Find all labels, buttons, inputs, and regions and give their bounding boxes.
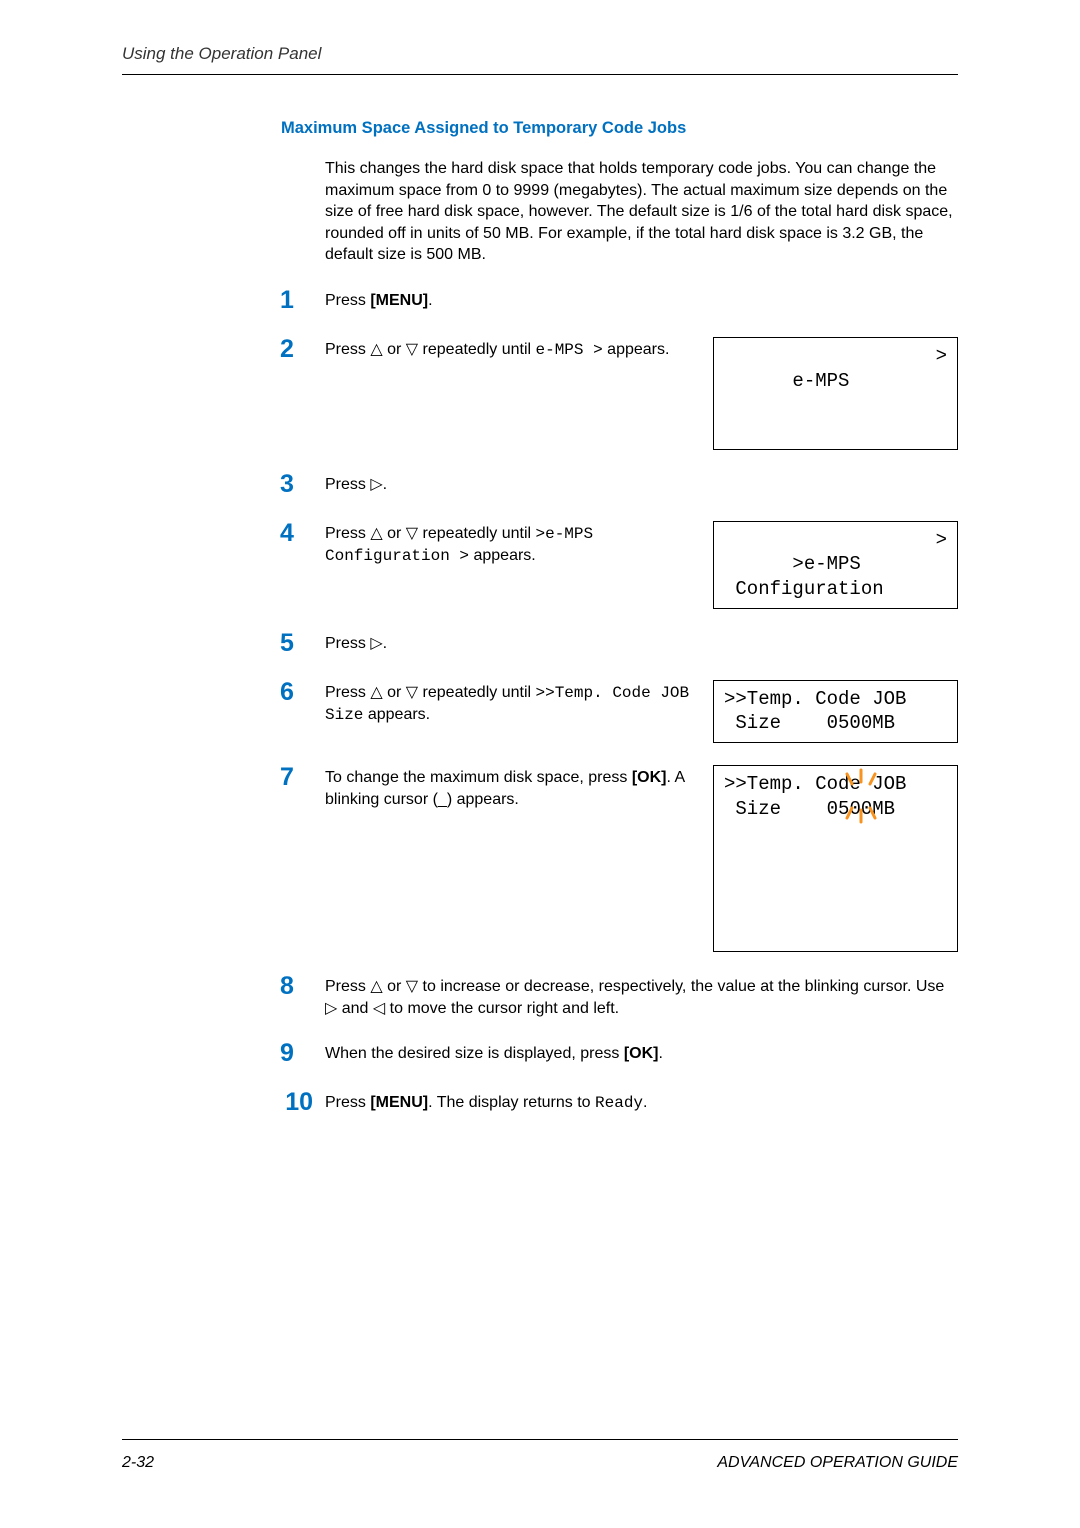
lcd-display-temp-size: >>Temp. Code JOB Size 0500MB [713,680,958,743]
step-3: 3 Press ▷. [280,474,958,499]
header-rule [122,74,958,75]
triangle-down-icon: ▽ [406,342,418,358]
step-number: 6 [280,680,325,705]
triangle-up-icon: △ [370,342,382,358]
triangle-up-icon: △ [370,979,382,995]
triangle-right-icon: ▷ [370,477,382,493]
triangle-right-icon: ▷ [325,1001,337,1017]
step-4: 4 Press △ or ▽ repeatedly until >e-MPS C… [280,523,958,609]
triangle-down-icon: ▽ [406,526,418,542]
step-5: 5 Press ▷. [280,633,958,658]
step-text: Press [MENU]. [325,290,433,312]
step-10: 10 Press [MENU]. The display returns to … [280,1092,958,1117]
step-number: 8 [280,974,325,999]
step-8: 8 Press △ or ▽ to increase or decrease, … [280,976,958,1019]
step-number: 7 [280,765,325,790]
step-text: Press [MENU]. The display returns to Rea… [325,1092,647,1115]
step-number: 3 [280,472,325,497]
page-footer: 2-32 ADVANCED OPERATION GUIDE [122,1454,958,1472]
step-text: Press △ or ▽ repeatedly until >>Temp. Co… [325,682,713,727]
lcd-display-emps-config: >e-MPS> Configuration [713,521,958,609]
step-9: 9 When the desired size is displayed, pr… [280,1043,958,1068]
step-number: 9 [280,1041,325,1066]
step-number: 4 [280,521,325,546]
lcd-display-empS: e-MPS > [713,337,958,450]
step-text: Press ▷. [325,474,387,496]
triangle-down-icon: ▽ [406,685,418,701]
book-title: ADVANCED OPERATION GUIDE [717,1454,958,1472]
triangle-up-icon: △ [370,685,382,701]
blinking-cursor: 5 [838,798,849,820]
step-text: When the desired size is displayed, pres… [325,1043,663,1065]
step-number: 5 [280,631,325,656]
step-6: 6 Press △ or ▽ repeatedly until >>Temp. … [280,682,958,743]
step-text: Press △ or ▽ to increase or decrease, re… [325,976,958,1019]
step-text: Press △ or ▽ repeatedly until >e-MPS Con… [325,523,713,568]
triangle-left-icon: ◁ [373,1001,385,1017]
step-7: 7 To change the maximum disk space, pres… [280,767,958,952]
intro-paragraph: This changes the hard disk space that ho… [325,158,958,266]
section-heading: Maximum Space Assigned to Temporary Code… [281,119,958,138]
step-number: 10 [268,1090,325,1115]
header-section-title: Using the Operation Panel [122,44,321,63]
step-number: 2 [280,337,325,362]
step-text: Press ▷. [325,633,387,655]
page-header: Using the Operation Panel [0,0,1080,64]
triangle-right-icon: ▷ [370,636,382,652]
footer-rule [122,1439,958,1440]
cursor-highlight-icon [724,847,815,918]
step-number: 1 [280,288,325,313]
step-1: 1 Press [MENU]. [280,290,958,315]
step-text: Press △ or ▽ repeatedly until e-MPS > ap… [325,339,713,362]
main-content: Maximum Space Assigned to Temporary Code… [280,119,958,1117]
page-number: 2-32 [122,1454,154,1472]
step-text: To change the maximum disk space, press … [325,767,713,810]
triangle-down-icon: ▽ [406,979,418,995]
lcd-display-temp-size-cursor: >>Temp. Code JOB Size 0500MB [713,765,958,952]
triangle-up-icon: △ [370,526,382,542]
step-2: 2 Press △ or ▽ repeatedly until e-MPS > … [280,339,958,450]
